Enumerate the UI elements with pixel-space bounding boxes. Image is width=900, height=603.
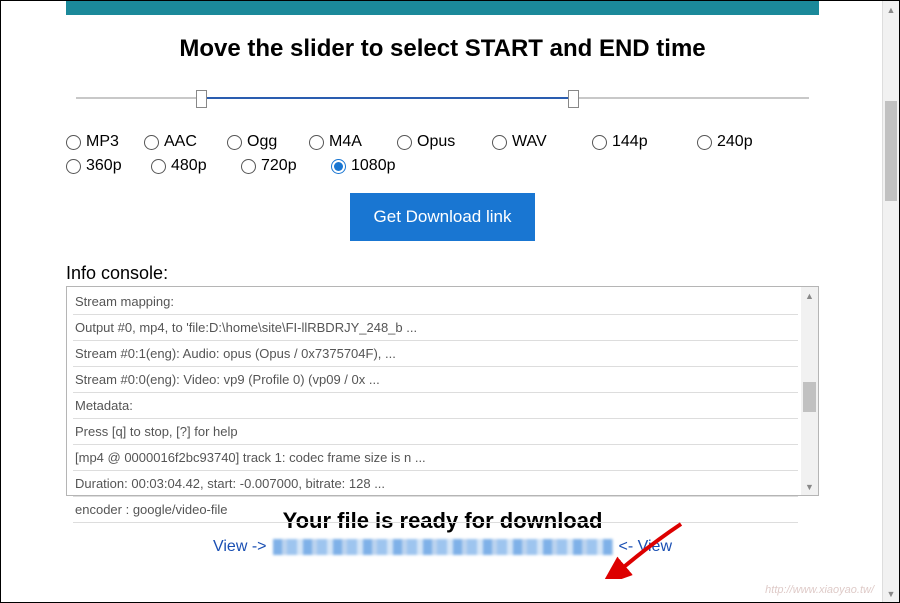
top-banner <box>66 1 819 15</box>
scroll-up-icon[interactable]: ▲ <box>883 1 899 18</box>
radio-label: 144p <box>612 133 648 151</box>
radio-label: 720p <box>261 157 297 175</box>
radio-icon <box>697 135 712 150</box>
console-line: Output #0, mp4, to 'file:D:\home\site\FI… <box>73 315 798 341</box>
time-range-slider[interactable] <box>76 88 809 108</box>
radio-label: 1080p <box>351 157 396 175</box>
console-scrollbar[interactable]: ▲ ▼ <box>801 287 818 495</box>
scroll-thumb[interactable] <box>803 382 816 412</box>
console-line: [mp4 @ 0000016f2bc93740] track 1: codec … <box>73 445 798 471</box>
slider-heading: Move the slider to select START and END … <box>66 35 819 63</box>
scroll-down-icon[interactable]: ▼ <box>883 585 899 602</box>
console-line: Stream #0:0(eng): Video: vp9 (Profile 0)… <box>73 367 798 393</box>
radio-label: 240p <box>717 133 753 151</box>
watermark-text: http://www.xiaoyao.tw/ <box>765 584 874 596</box>
get-download-link-button[interactable]: Get Download link <box>350 193 536 241</box>
scroll-thumb[interactable] <box>885 101 897 201</box>
format-radio-aac[interactable]: AAC <box>144 133 227 151</box>
radio-label: M4A <box>329 133 362 151</box>
radio-label: MP3 <box>86 133 119 151</box>
info-console: Stream mapping:Output #0, mp4, to 'file:… <box>66 286 819 496</box>
page-scrollbar[interactable]: ▲ ▼ <box>882 1 899 602</box>
radio-icon <box>151 159 166 174</box>
slider-start-handle[interactable] <box>196 90 207 108</box>
view-link-left[interactable]: View -> <box>213 538 267 556</box>
console-line: Metadata: <box>73 393 798 419</box>
format-radio-mp3[interactable]: MP3 <box>66 133 144 151</box>
format-radio-wav[interactable]: WAV <box>492 133 592 151</box>
radio-label: 480p <box>171 157 207 175</box>
radio-icon <box>592 135 607 150</box>
radio-icon <box>144 135 159 150</box>
radio-icon <box>397 135 412 150</box>
radio-icon <box>309 135 324 150</box>
console-line: encoder : google/video-file <box>73 497 798 523</box>
console-line: Stream mapping: <box>73 289 798 315</box>
radio-icon <box>66 135 81 150</box>
scroll-down-icon[interactable]: ▼ <box>801 478 818 495</box>
format-radio-p240[interactable]: 240p <box>697 133 767 151</box>
console-label: Info console: <box>66 263 819 284</box>
format-radio-ogg[interactable]: Ogg <box>227 133 309 151</box>
radio-label: Ogg <box>247 133 277 151</box>
radio-icon <box>241 159 256 174</box>
format-radio-p720[interactable]: 720p <box>241 157 331 175</box>
format-radio-opus[interactable]: Opus <box>397 133 492 151</box>
view-link-right[interactable]: <- View <box>619 538 673 556</box>
download-link-row: View -> <- View <box>66 538 819 556</box>
format-radio-p144[interactable]: 144p <box>592 133 697 151</box>
format-radio-p480[interactable]: 480p <box>151 157 241 175</box>
format-radio-m4a[interactable]: M4A <box>309 133 397 151</box>
download-url-link[interactable] <box>273 539 613 555</box>
radio-icon <box>331 159 346 174</box>
slider-end-handle[interactable] <box>568 90 579 108</box>
radio-label: AAC <box>164 133 197 151</box>
format-radio-group: MP3 AAC Ogg M4A Opus WAV 144p 240p 360p 480p 720p… <box>66 133 819 175</box>
radio-icon <box>227 135 242 150</box>
radio-label: WAV <box>512 133 547 151</box>
console-line: Press [q] to stop, [?] for help <box>73 419 798 445</box>
format-radio-p360[interactable]: 360p <box>66 157 151 175</box>
radio-icon <box>66 159 81 174</box>
format-radio-p1080[interactable]: 1080p <box>331 157 421 175</box>
radio-label: 360p <box>86 157 122 175</box>
console-line: Duration: 00:03:04.42, start: -0.007000,… <box>73 471 798 497</box>
slider-selected-range <box>196 97 579 99</box>
scroll-up-icon[interactable]: ▲ <box>801 287 818 304</box>
radio-label: Opus <box>417 133 455 151</box>
console-line: Stream #0:1(eng): Audio: opus (Opus / 0x… <box>73 341 798 367</box>
radio-icon <box>492 135 507 150</box>
